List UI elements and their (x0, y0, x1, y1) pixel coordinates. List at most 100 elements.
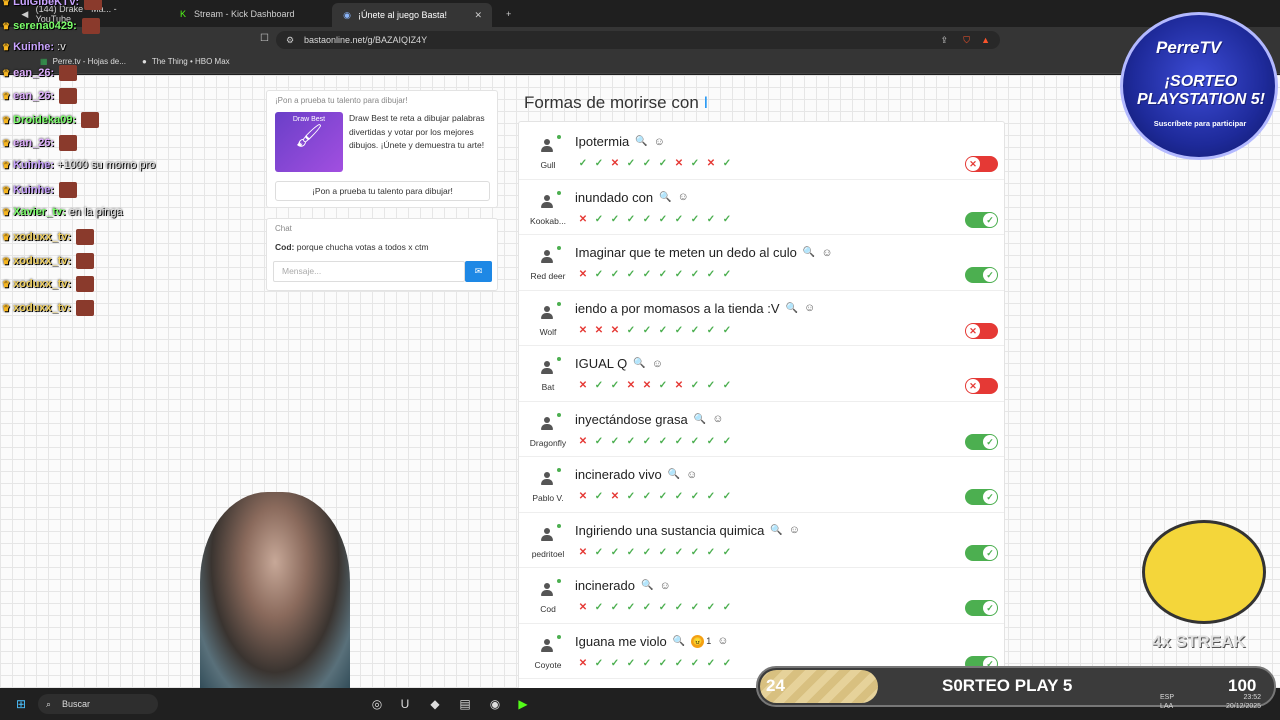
check-icon: ✓ (578, 158, 588, 169)
check-icon: ✓ (642, 213, 652, 225)
search-icon[interactable]: 🔍 (633, 358, 645, 369)
check-icon: ✓ (594, 158, 604, 169)
answer-text: incinerado (575, 578, 635, 593)
unreal-icon[interactable]: U (398, 697, 412, 711)
taskbar-search[interactable]: ⌕ Buscar (38, 694, 158, 714)
promo-text: Draw Best te reta a dibujar palabras div… (349, 113, 485, 150)
chat-username: Kuinhe: (13, 183, 55, 196)
valid-toggle[interactable]: ✕ (965, 156, 998, 172)
obs-icon[interactable]: ◉ (488, 697, 502, 711)
crown-icon: ♛ (2, 114, 11, 125)
player-name: Kookab... (530, 215, 566, 226)
app-icon[interactable]: ◆ (428, 697, 442, 711)
check-icon: ✓ (626, 435, 636, 447)
valid-toggle[interactable]: ✕ (965, 378, 998, 394)
check-icon: ✓ (610, 546, 620, 558)
search-icon[interactable]: 🔍 (770, 525, 782, 536)
check-icon: ✓ (674, 213, 684, 225)
search-icon[interactable]: 🔍 (673, 636, 685, 647)
valid-toggle[interactable]: ✓ (965, 211, 998, 228)
add-reaction-icon[interactable]: ☺ (686, 469, 697, 481)
check-icon: ✓ (722, 213, 732, 225)
crown-icon: ♛ (2, 159, 11, 170)
add-reaction-icon[interactable]: ☺ (821, 247, 832, 259)
search-icon[interactable]: 🔍 (668, 469, 680, 480)
site-info-icon[interactable]: ⚙ (286, 31, 294, 49)
cross-icon: ✕ (594, 324, 604, 336)
chat-input[interactable]: Mensaje... (273, 261, 465, 282)
check-icon: ✓ (610, 602, 620, 613)
valid-toggle[interactable]: ✕ (965, 322, 998, 339)
steam-icon[interactable]: ◎ (370, 697, 384, 711)
emote-icon (76, 276, 95, 292)
valid-toggle[interactable]: ✓ (965, 544, 998, 561)
search-icon[interactable]: 🔍 (786, 303, 798, 314)
valid-toggle[interactable]: ✓ (965, 600, 998, 616)
address-bar[interactable]: ⚙ bastaonline.net/g/BAZAIQIZ4Y ⇪ ⛉ ▲ (276, 31, 1000, 49)
valid-toggle[interactable]: ✓ (965, 433, 998, 450)
brave-shield-icon[interactable]: ⛉ (963, 31, 970, 49)
player-name: Coyote (534, 659, 562, 670)
close-icon[interactable]: ✕ (474, 10, 482, 21)
app-icon[interactable]: ▤ (458, 697, 472, 711)
language-indicator[interactable]: ESP LAA (1160, 693, 1174, 711)
share-icon[interactable]: ⇪ (940, 31, 948, 49)
chat-username: ean_26: (13, 89, 55, 102)
check-icon: ✓ (722, 435, 732, 447)
url-text: bastaonline.net/g/BAZAIQIZ4Y (304, 35, 428, 45)
add-reaction-icon[interactable]: ☺ (804, 302, 815, 314)
player-name: Pablo V. (532, 493, 564, 503)
cross-icon: ✕ (578, 657, 588, 669)
webcam-overlay (200, 492, 350, 692)
cross-icon: ✕ (610, 158, 620, 169)
answer-text: inyectándose grasa (575, 411, 688, 427)
add-reaction-icon[interactable]: ☺ (717, 635, 728, 647)
system-clock[interactable]: 23:52 20/12/2025 (1226, 693, 1261, 711)
check-icon: ✓ (642, 602, 652, 613)
kick-icon[interactable]: ▶ (516, 697, 530, 711)
check-icon: ✓ (594, 213, 604, 225)
answer: Ingiriendo una sustancia quimica 🔍 ☺ (575, 523, 800, 538)
search-icon[interactable]: 🔍 (659, 192, 671, 203)
valid-toggle[interactable]: ✓ (965, 267, 998, 283)
avatar-icon (539, 416, 555, 432)
search-icon[interactable]: 🔍 (803, 247, 815, 258)
avatar-icon (539, 582, 555, 598)
new-tab-button[interactable]: + (496, 3, 521, 25)
add-reaction-icon[interactable]: ☺ (652, 358, 663, 370)
category-title: Formas de morirse con (524, 93, 699, 112)
check-icon: ✓ (722, 269, 732, 280)
votes: ✓ ✓ ✕ ✓ ✓ ✓ ✕ ✓ ✕ ✓ (577, 158, 733, 169)
bookmark-icon[interactable]: ☐ (260, 33, 269, 44)
chat-username: ean_26: (13, 136, 55, 149)
emote-icon (76, 299, 95, 316)
check-icon: ✓ (642, 657, 652, 669)
search-icon[interactable]: 🔍 (635, 136, 647, 147)
tab-kick[interactable]: K Stream - Kick Dashboard (168, 3, 328, 25)
check-icon: ✓ (690, 158, 700, 169)
rewards-icon[interactable]: ▲ (981, 31, 990, 49)
stream-chat-line: ♛ xoduxx_tv: (2, 276, 95, 292)
check-icon: ✓ (690, 324, 700, 336)
add-reaction-icon[interactable]: ☺ (659, 580, 670, 592)
tab-basta[interactable]: ◉ ¡Únete al juego Basta! ✕ (332, 3, 492, 27)
avatar-icon (539, 305, 555, 321)
windows-start-icon[interactable]: ⊞ (14, 697, 28, 711)
promo-image[interactable]: Draw Best 🖌 (275, 112, 343, 172)
votes: ✕ ✓ ✓ ✓ ✓ ✓ ✓ ✓ ✓ ✓ (577, 269, 733, 280)
bookmark-hbo[interactable]: ● The Thing • HBO Max (142, 57, 230, 66)
add-reaction-icon[interactable]: ☺ (654, 136, 665, 148)
chat-text: :v (57, 41, 66, 53)
answer-row: Cod incinerado 🔍 ☺ ✕ ✓ ✓ ✓ ✓ ✓ ✓ ✓ ✓ ✓ ✓ (519, 568, 1004, 624)
emote-icon (59, 64, 78, 81)
valid-toggle[interactable]: ✓ (965, 489, 998, 505)
search-icon[interactable]: 🔍 (694, 414, 706, 425)
cross-icon: ✕ (706, 158, 716, 169)
promo-button[interactable]: ¡Pon a prueba tu talento para dibujar! (275, 181, 490, 201)
add-reaction-icon[interactable]: ☺ (789, 524, 800, 536)
add-reaction-icon[interactable]: ☺ (712, 413, 723, 425)
add-reaction-icon[interactable]: ☺ (678, 191, 689, 203)
send-button[interactable]: ✉ (465, 261, 492, 282)
search-icon[interactable]: 🔍 (641, 580, 653, 591)
check-icon: ✓ (706, 435, 716, 447)
